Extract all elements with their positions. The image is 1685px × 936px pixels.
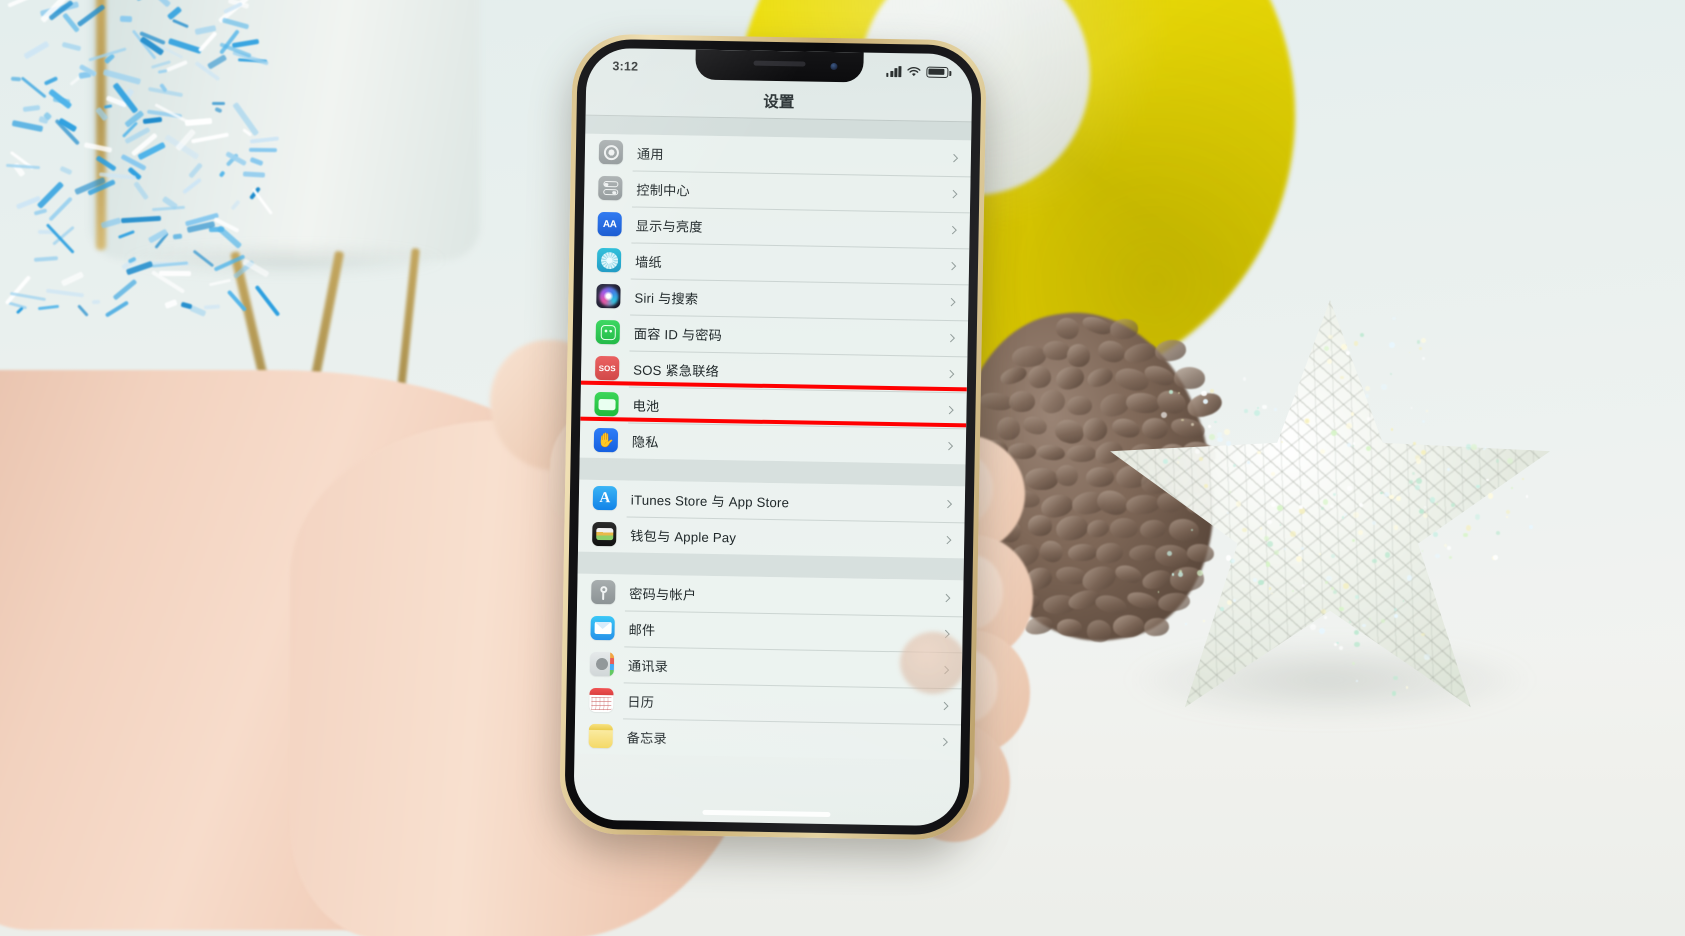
battery-icon [926, 66, 948, 77]
chevron-right-icon [950, 154, 958, 162]
chevron-right-icon [948, 262, 956, 270]
settings-row-label: 通讯录 [628, 655, 668, 675]
status-bar: 3:12 [586, 48, 972, 87]
chevron-right-icon [947, 334, 955, 342]
status-indicators [886, 65, 948, 77]
calendar-icon [589, 688, 613, 712]
nav-title-text: 设置 [763, 89, 794, 112]
chevron-right-icon [948, 226, 956, 234]
settings-row-label: 显示与亮度 [636, 215, 703, 235]
notes-icon [589, 724, 613, 748]
wifi-icon [906, 66, 921, 77]
star-shadow [1130, 640, 1530, 720]
chevron-right-icon [947, 298, 955, 306]
settings-row-notes[interactable]: 备忘录 [574, 718, 961, 761]
status-time: 3:12 [612, 59, 638, 73]
chevron-right-icon [949, 190, 957, 198]
settings-row-privacy[interactable]: 隐私 [580, 422, 967, 465]
flower-icon [597, 248, 621, 272]
chevron-right-icon [942, 594, 950, 602]
app-store-icon [593, 486, 617, 510]
list-group-system: 通用控制中心 AA 显示与亮度墙纸 Siri 与搜索面容 ID 与密码 SOS SOS 紧… [580, 134, 972, 465]
chevron-right-icon [945, 442, 953, 450]
contacts-icon [590, 652, 614, 676]
settings-row-label: 通用 [637, 143, 664, 162]
settings-row-label: SOS 紧急联络 [633, 359, 719, 379]
settings-row-label: 日历 [627, 691, 654, 710]
chevron-right-icon [939, 738, 947, 746]
settings-row-label: 电池 [632, 395, 659, 414]
gear-icon [599, 140, 623, 164]
chevron-right-icon [946, 370, 954, 378]
face-id-icon [596, 320, 620, 344]
planter-gold-edge [96, 0, 106, 250]
settings-row-label: 邮件 [628, 619, 655, 638]
settings-row-label: 钱包与 Apple Pay [630, 525, 736, 546]
chevron-right-icon [943, 536, 951, 544]
settings-row-label: 备忘录 [627, 727, 667, 747]
phone-screen[interactable]: 3:12 设置 通用控制中心 AA 显示与亮度墙纸 Siri 与搜索面容 ID 与密码… [573, 48, 972, 827]
siri-icon [596, 284, 620, 308]
chevron-right-icon [940, 702, 948, 710]
page-title: 设置 [586, 80, 973, 123]
key-icon [591, 580, 615, 604]
battery-icon [594, 392, 618, 416]
settings-row-label: 密码与帐户 [629, 583, 696, 603]
settings-row-label: 控制中心 [636, 179, 690, 199]
settings-row-label: 面容 ID 与密码 [634, 323, 723, 344]
signal-bars-icon [886, 65, 901, 76]
wallet-icon [592, 522, 616, 546]
mail-icon [590, 616, 614, 640]
settings-row-label: 墙纸 [635, 251, 662, 270]
chevron-right-icon [945, 406, 953, 414]
hand-icon [594, 428, 618, 452]
list-group-stores: iTunes Store 与 App Store 钱包与 Apple Pay [578, 480, 965, 559]
aa-icon: AA [597, 212, 621, 236]
settings-row-wallet-apple-pay[interactable]: 钱包与 Apple Pay [578, 516, 965, 559]
settings-row-label: Siri 与搜索 [634, 287, 698, 307]
sos-icon: SOS [595, 356, 619, 380]
settings-row-label: 隐私 [632, 431, 659, 450]
iphone-device: 3:12 设置 通用控制中心 AA 显示与亮度墙纸 Siri 与搜索面容 ID 与密码… [559, 33, 987, 840]
chevron-right-icon [944, 500, 952, 508]
settings-row-label: iTunes Store 与 App Store [631, 489, 790, 511]
toggles-icon [598, 176, 622, 200]
settings-list[interactable]: 通用控制中心 AA 显示与亮度墙纸 Siri 与搜索面容 ID 与密码 SOS SOS 紧… [573, 116, 971, 827]
